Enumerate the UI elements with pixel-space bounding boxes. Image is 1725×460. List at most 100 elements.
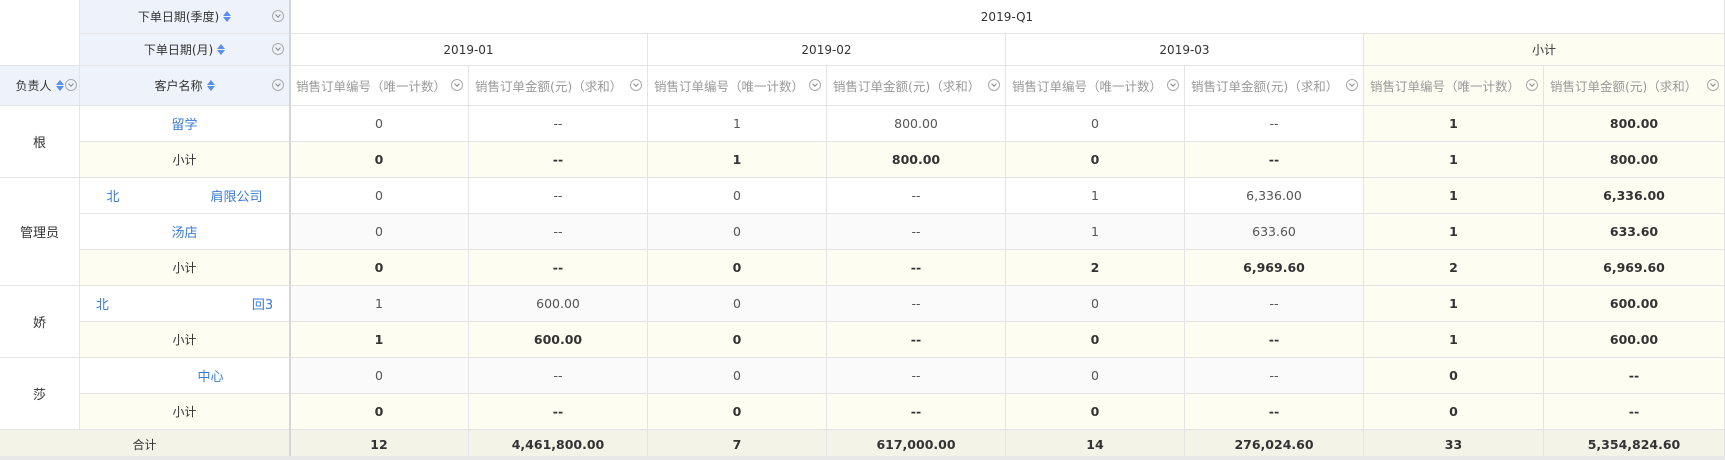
measure-label: 销售订单编号（唯一计数） [654, 79, 805, 94]
cell-value: -- [552, 152, 564, 167]
cell-value: 1 [374, 332, 384, 347]
month-label: 2019-03 [1159, 42, 1210, 57]
customer-cell[interactable]: 留学 [80, 106, 290, 142]
customer-field-header[interactable]: 客户名称 [80, 66, 290, 106]
measure-header[interactable]: 销售订单金额(元)（求和） [1185, 66, 1364, 106]
measure-label: 销售订单金额(元)（求和） [1191, 79, 1339, 94]
value-cell: 6,969.60 [1185, 250, 1364, 286]
value-cell: 0 [648, 322, 827, 358]
sort-icon[interactable] [55, 80, 64, 91]
value-cell: 1 [290, 322, 469, 358]
measure-header[interactable]: 销售订单金额(元)（求和） [469, 66, 648, 106]
cell-value: 633.60 [1609, 224, 1659, 239]
value-cell: 1 [1364, 178, 1544, 214]
measure-header[interactable]: 销售订单编号（唯一计数） [1006, 66, 1185, 106]
cell-value: 1 [1091, 224, 1099, 239]
value-cell: 0 [290, 250, 469, 286]
chevron-down-icon[interactable] [988, 78, 1000, 91]
chevron-down-icon[interactable] [630, 78, 642, 91]
month-header: 2019-01 [290, 34, 648, 66]
cell-value: 800.00 [891, 152, 941, 167]
month-header: 2019-03 [1006, 34, 1364, 66]
cell-value: -- [911, 188, 921, 203]
value-cell: 600.00 [469, 286, 648, 322]
cell-value: 0 [1090, 152, 1100, 167]
month-field-header[interactable]: 下单日期(月) [80, 34, 290, 66]
horizontal-scrollbar[interactable] [0, 456, 1725, 460]
value-cell: 600.00 [1544, 322, 1725, 358]
chevron-down-icon[interactable] [65, 78, 77, 91]
cell-value: 0 [733, 368, 741, 383]
chevron-down-icon[interactable] [272, 78, 284, 91]
value-cell: 600.00 [1544, 286, 1725, 322]
quarter-field-header[interactable]: 下单日期(季度) [80, 0, 290, 34]
corner-blank [0, 0, 80, 66]
customer-cell[interactable]: 北 肩限公司 [80, 178, 290, 214]
cell-value: 6,969.60 [1243, 260, 1305, 275]
customer-cell[interactable]: 中心 [80, 358, 290, 394]
cell-value: 0 [1090, 332, 1100, 347]
value-cell: 1 [648, 106, 827, 142]
subtotal-label: 小计 [172, 405, 197, 419]
sort-icon[interactable] [223, 11, 232, 22]
value-cell: 6,336.00 [1185, 178, 1364, 214]
cell-value: -- [552, 404, 564, 419]
cell-value: 0 [733, 188, 741, 203]
chevron-down-icon[interactable] [1526, 78, 1538, 91]
cell-value: 5,354,824.60 [1587, 437, 1681, 452]
cell-value: 2 [1090, 260, 1100, 275]
value-cell: -- [469, 142, 648, 178]
chevron-down-icon[interactable] [809, 78, 821, 91]
value-cell: -- [1185, 142, 1364, 178]
customer-name[interactable]: 北 肩限公司 [106, 186, 262, 205]
measure-header[interactable]: 销售订单编号（唯一计数） [290, 66, 469, 106]
chevron-down-icon[interactable] [272, 42, 284, 55]
measure-header[interactable]: 销售订单编号（唯一计数） [648, 66, 827, 106]
value-cell: -- [1544, 358, 1725, 394]
grand-total-text: 合计 [132, 438, 157, 452]
subtotal-row-label: 小计 [80, 142, 290, 178]
customer-name[interactable]: 北 回3 [96, 294, 273, 313]
pivot-table: 下单日期(季度) 下单日期(月) 负责人 客户名称 2019-Q1 2019-0… [0, 0, 1725, 460]
value-cell: -- [469, 394, 648, 430]
chevron-down-icon[interactable] [272, 9, 284, 22]
value-cell: -- [1185, 322, 1364, 358]
sort-icon[interactable] [206, 80, 215, 91]
customer-cell[interactable]: 汤店 [80, 214, 290, 250]
cell-value: -- [911, 296, 921, 311]
measure-header[interactable]: 销售订单编号（唯一计数） [1364, 66, 1544, 106]
customer-name[interactable]: 中心 [145, 366, 223, 385]
cell-value: 276,024.60 [1234, 437, 1314, 452]
value-cell: -- [1544, 394, 1725, 430]
sort-icon[interactable] [217, 44, 226, 55]
cell-value: 6,336.00 [1603, 188, 1665, 203]
value-cell: -- [469, 214, 648, 250]
subtotal-row-label: 小计 [80, 394, 290, 430]
value-cell: 0 [648, 358, 827, 394]
chevron-down-icon[interactable] [1346, 78, 1358, 91]
cell-value: -- [910, 404, 922, 419]
chevron-down-icon[interactable] [1707, 78, 1719, 91]
chevron-down-icon[interactable] [1167, 78, 1179, 91]
cell-value: 14 [1086, 437, 1104, 452]
cell-value: 0 [1090, 404, 1100, 419]
cell-value: 1 [1449, 116, 1458, 131]
value-cell: 0 [290, 394, 469, 430]
customer-cell[interactable]: 北 回3 [80, 286, 290, 322]
value-cell: 2 [1364, 250, 1544, 286]
measure-label: 销售订单金额(元)（求和） [833, 79, 981, 94]
owner-field-header[interactable]: 负责人 [0, 66, 80, 106]
customer-name[interactable]: 留学 [171, 114, 197, 133]
owner-name: 莎 [32, 388, 46, 403]
chevron-down-icon[interactable] [451, 78, 463, 91]
cell-value: 1 [733, 116, 741, 131]
value-cell: 6,336.00 [1544, 178, 1725, 214]
measure-header[interactable]: 销售订单金额(元)（求和） [1544, 66, 1725, 106]
value-cell: 2 [1006, 250, 1185, 286]
customer-name[interactable]: 汤店 [171, 222, 197, 241]
cell-value: -- [1628, 404, 1640, 419]
cell-value: 1 [1449, 224, 1458, 239]
value-cell: 1 [648, 142, 827, 178]
measure-header[interactable]: 销售订单金额(元)（求和） [827, 66, 1006, 106]
cell-value: 633.60 [1252, 224, 1296, 239]
